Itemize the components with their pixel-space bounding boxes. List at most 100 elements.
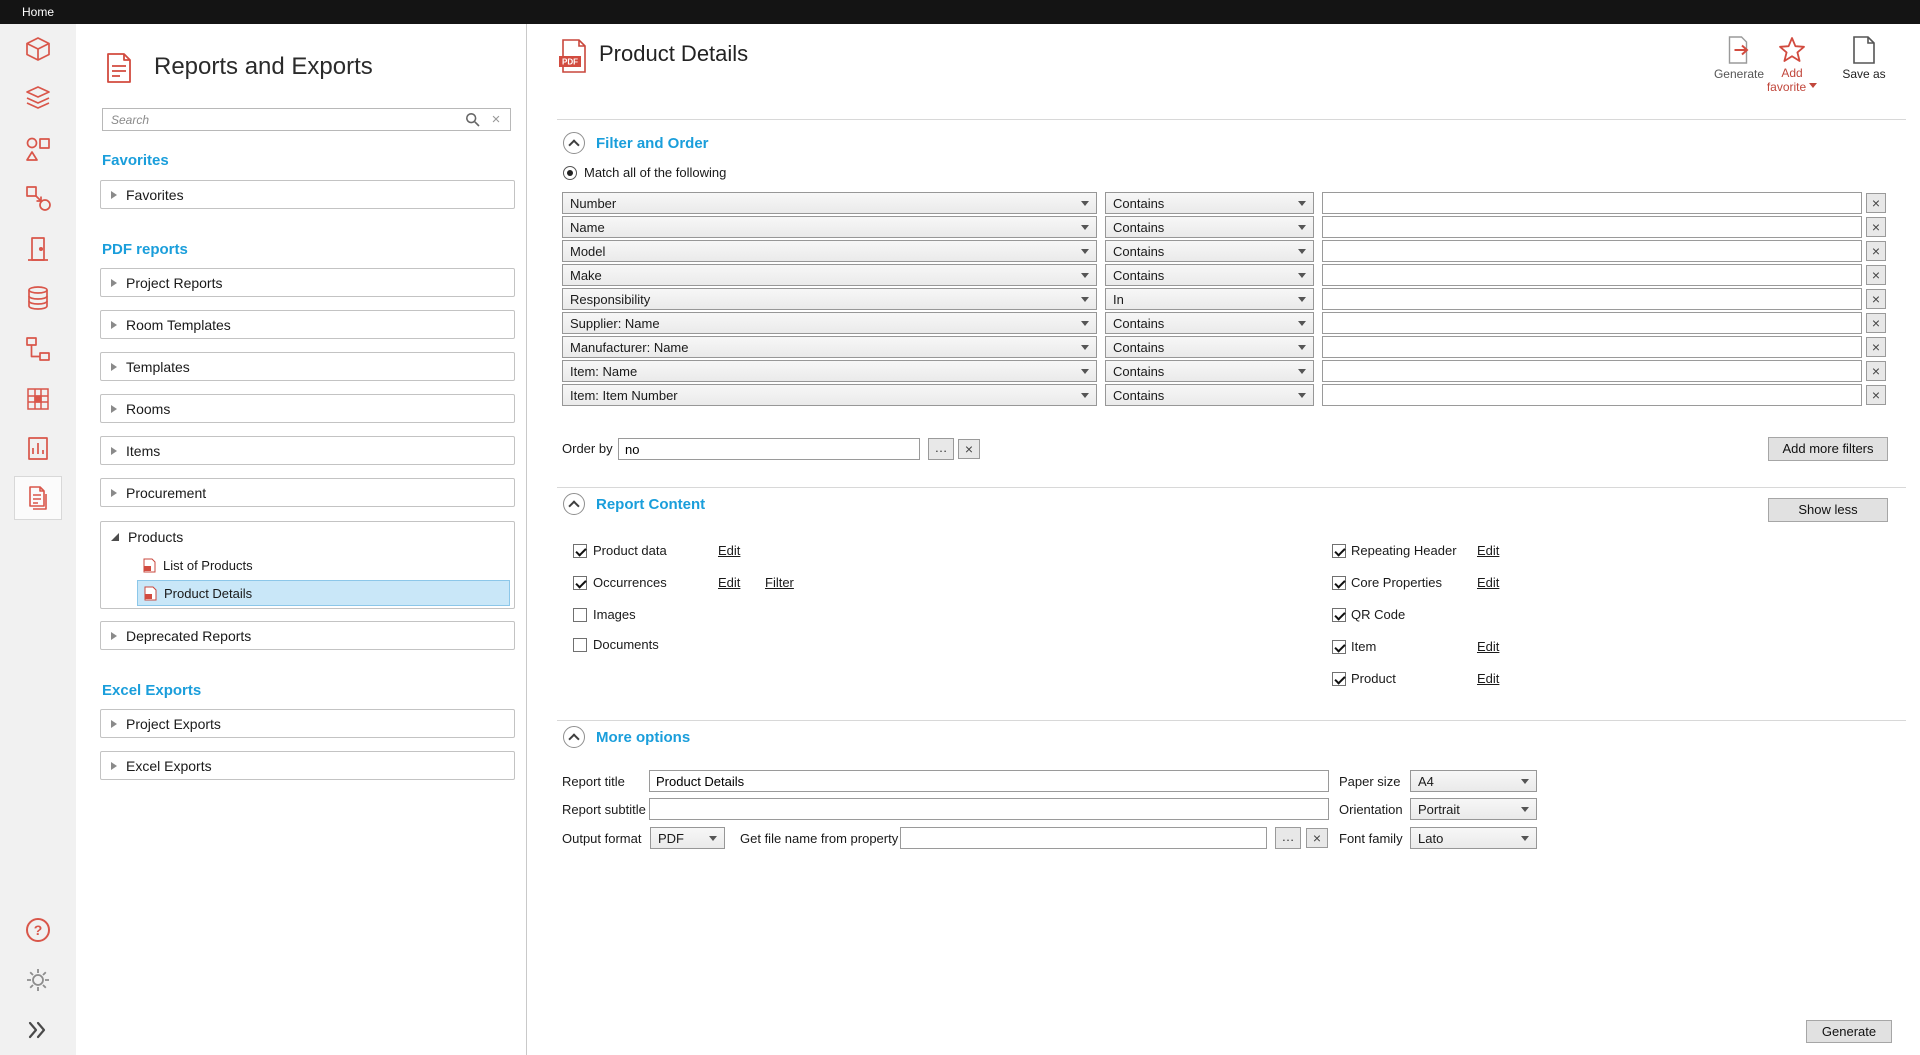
clear-file-name-icon[interactable] [1306, 828, 1328, 848]
filter-condition-dropdown[interactable]: Contains [1105, 360, 1314, 382]
edit-occurrences-link[interactable]: Edit [718, 575, 740, 590]
rail-item-workflow[interactable] [14, 327, 62, 371]
product-data-checkbox[interactable] [573, 544, 587, 558]
item-checkbox[interactable] [1332, 640, 1346, 654]
sidebar-item-list-of-products[interactable]: List of Products [137, 552, 510, 578]
filter-value-input[interactable] [1322, 216, 1862, 238]
rail-item-rooms[interactable] [14, 127, 62, 171]
clear-search-icon[interactable] [488, 110, 504, 129]
filter-value-input[interactable] [1322, 384, 1862, 406]
filter-field-dropdown[interactable]: Supplier: Name [562, 312, 1097, 334]
rail-item-reports[interactable] [14, 476, 62, 520]
save-as-button[interactable]: Save as [1833, 36, 1895, 81]
filter-occurrences-link[interactable]: Filter [765, 575, 794, 590]
edit-item-link[interactable]: Edit [1477, 639, 1499, 654]
sidebar-item-room-templates[interactable]: Room Templates [100, 310, 515, 339]
font-family-dropdown[interactable]: Lato [1410, 827, 1537, 849]
collapse-content-section-button[interactable] [563, 493, 585, 515]
repeating-header-checkbox[interactable] [1332, 544, 1346, 558]
report-title-input[interactable] [649, 770, 1329, 792]
sidebar-item-favorites[interactable]: Favorites [100, 180, 515, 209]
edit-core-properties-link[interactable]: Edit [1477, 575, 1499, 590]
rail-item-buildings[interactable] [14, 76, 62, 120]
order-by-browse-button[interactable] [928, 438, 954, 460]
rail-item-help[interactable]: ? [14, 908, 62, 952]
search-input[interactable] [103, 109, 463, 130]
match-all-radio[interactable] [563, 166, 577, 180]
order-by-input[interactable] [618, 438, 920, 460]
sidebar-item-project-exports[interactable]: Project Exports [100, 709, 515, 738]
search-icon[interactable] [465, 112, 480, 127]
filter-field-dropdown[interactable]: Make [562, 264, 1097, 286]
report-subtitle-input[interactable] [649, 798, 1329, 820]
filter-value-input[interactable] [1322, 312, 1862, 334]
filter-field-dropdown[interactable]: Item: Item Number [562, 384, 1097, 406]
core-properties-checkbox[interactable] [1332, 576, 1346, 590]
file-name-input[interactable] [900, 827, 1267, 849]
filter-value-input[interactable] [1322, 288, 1862, 310]
rail-item-item-register[interactable] [14, 426, 62, 470]
rail-item-expand[interactable] [14, 1008, 62, 1052]
collapse-options-section-button[interactable] [563, 726, 585, 748]
remove-filter-icon[interactable] [1866, 337, 1886, 357]
remove-filter-icon[interactable] [1866, 193, 1886, 213]
sidebar-item-excel-exports[interactable]: Excel Exports [100, 751, 515, 780]
add-favorite-button[interactable]: Add favorite [1759, 36, 1825, 94]
rail-item-database[interactable] [14, 276, 62, 320]
images-checkbox[interactable] [573, 608, 587, 622]
filter-field-dropdown[interactable]: Responsibility [562, 288, 1097, 310]
filter-condition-dropdown[interactable]: Contains [1105, 312, 1314, 334]
remove-filter-icon[interactable] [1866, 313, 1886, 333]
edit-product-link[interactable]: Edit [1477, 671, 1499, 686]
sidebar-item-items[interactable]: Items [100, 436, 515, 465]
edit-repeating-header-link[interactable]: Edit [1477, 543, 1499, 558]
filter-value-input[interactable] [1322, 240, 1862, 262]
filter-condition-dropdown[interactable]: Contains [1105, 264, 1314, 286]
filter-field-dropdown[interactable]: Number [562, 192, 1097, 214]
file-name-browse-button[interactable] [1275, 827, 1301, 849]
show-less-button[interactable]: Show less [1768, 498, 1888, 522]
sidebar-item-product-details[interactable]: Product Details [137, 580, 510, 606]
add-more-filters-button[interactable]: Add more filters [1768, 437, 1888, 461]
collapse-filter-section-button[interactable] [563, 132, 585, 154]
remove-filter-icon[interactable] [1866, 385, 1886, 405]
output-format-dropdown[interactable]: PDF [650, 827, 725, 849]
rail-item-room-shapes[interactable] [14, 176, 62, 220]
filter-condition-dropdown[interactable]: Contains [1105, 192, 1314, 214]
remove-filter-icon[interactable] [1866, 217, 1886, 237]
sidebar-item-products[interactable]: Products [101, 522, 514, 551]
filter-condition-dropdown[interactable]: Contains [1105, 384, 1314, 406]
filter-value-input[interactable] [1322, 192, 1862, 214]
filter-condition-dropdown[interactable]: Contains [1105, 240, 1314, 262]
orientation-dropdown[interactable]: Portrait [1410, 798, 1537, 820]
occurrences-checkbox[interactable] [573, 576, 587, 590]
rail-item-projects[interactable] [14, 27, 62, 71]
remove-filter-icon[interactable] [1866, 361, 1886, 381]
rail-item-doors[interactable] [14, 227, 62, 271]
remove-filter-icon[interactable] [1866, 289, 1886, 309]
sidebar-item-project-reports[interactable]: Project Reports [100, 268, 515, 297]
filter-value-input[interactable] [1322, 336, 1862, 358]
filter-field-dropdown[interactable]: Model [562, 240, 1097, 262]
home-menu[interactable]: Home [22, 5, 54, 19]
filter-condition-dropdown[interactable]: In [1105, 288, 1314, 310]
sidebar-item-templates[interactable]: Templates [100, 352, 515, 381]
remove-filter-icon[interactable] [1866, 265, 1886, 285]
sidebar-item-deprecated-reports[interactable]: Deprecated Reports [100, 621, 515, 650]
product-checkbox[interactable] [1332, 672, 1346, 686]
qr-code-checkbox[interactable] [1332, 608, 1346, 622]
filter-condition-dropdown[interactable]: Contains [1105, 216, 1314, 238]
rail-item-settings[interactable] [14, 958, 62, 1002]
filter-field-dropdown[interactable]: Name [562, 216, 1097, 238]
filter-condition-dropdown[interactable]: Contains [1105, 336, 1314, 358]
clear-order-by-icon[interactable] [958, 439, 980, 459]
rail-item-systems[interactable] [14, 377, 62, 421]
remove-filter-icon[interactable] [1866, 241, 1886, 261]
generate-report-button[interactable]: Generate [1806, 1020, 1892, 1043]
documents-checkbox[interactable] [573, 638, 587, 652]
paper-size-dropdown[interactable]: A4 [1410, 770, 1537, 792]
filter-field-dropdown[interactable]: Manufacturer: Name [562, 336, 1097, 358]
filter-value-input[interactable] [1322, 264, 1862, 286]
filter-field-dropdown[interactable]: Item: Name [562, 360, 1097, 382]
edit-product-data-link[interactable]: Edit [718, 543, 740, 558]
